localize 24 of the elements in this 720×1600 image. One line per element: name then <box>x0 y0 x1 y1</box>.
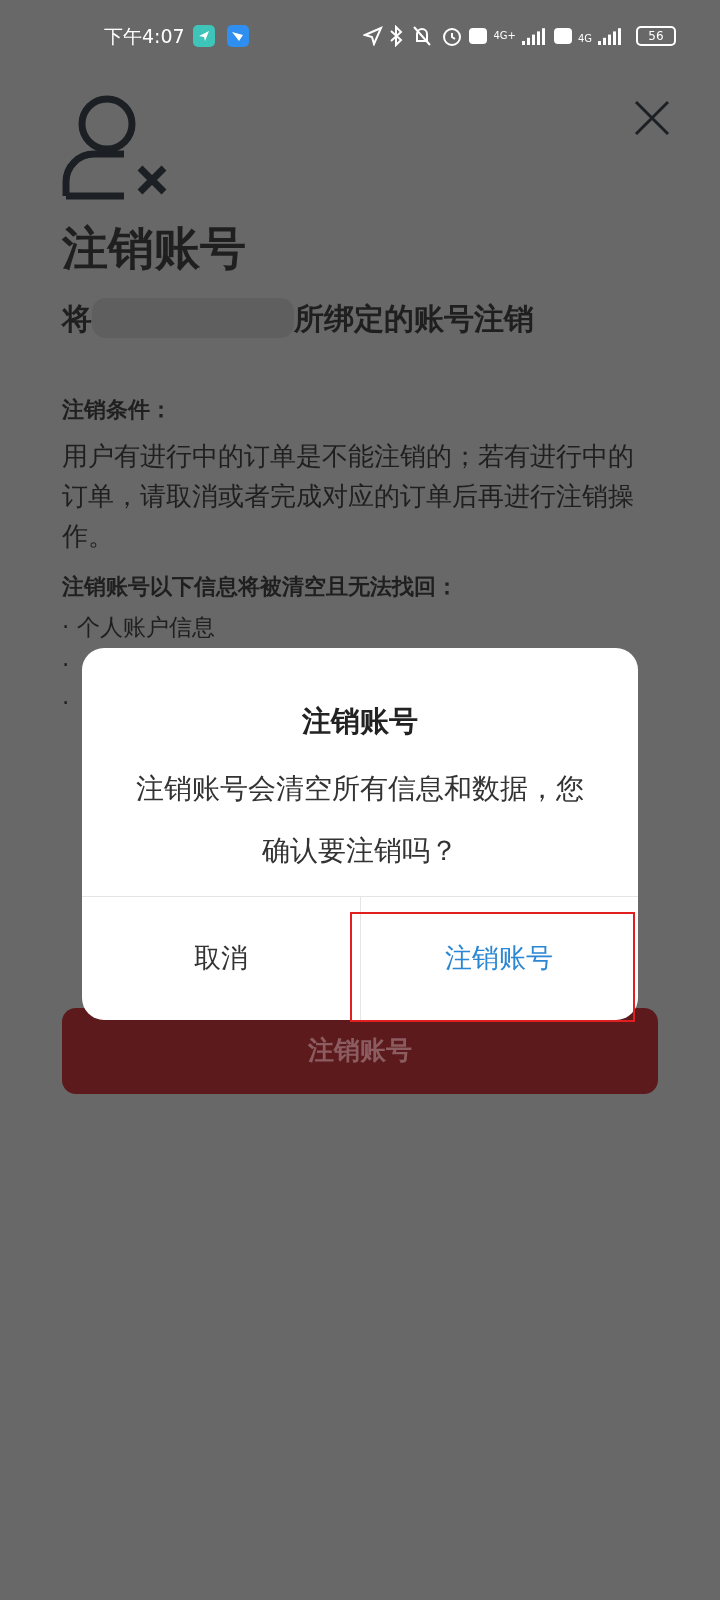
dialog-title: 注销账号 <box>301 703 419 740</box>
status-time: 下午4:07 <box>104 23 185 49</box>
signal-icon <box>598 27 624 45</box>
bluetooth-icon <box>389 25 404 47</box>
bullet: · <box>62 651 70 681</box>
cleared-info-heading: 注销账号以下信息将被清空且无法找回： <box>62 572 459 601</box>
conditions-heading: 注销条件： <box>62 395 173 424</box>
bullet: · <box>62 613 70 643</box>
navigation-app-icon <box>192 25 215 47</box>
bird-app-icon <box>226 25 249 47</box>
bullet: · <box>62 689 70 719</box>
info-item: 个人账户信息 <box>77 613 216 643</box>
location-icon <box>363 26 384 46</box>
subtitle-suffix: 所绑定的账号注销 <box>294 299 534 338</box>
page-title: 注销账号 <box>62 220 247 277</box>
conditions-text: 用户有进行中的订单是不能注销的；若有进行中的订单，请取消或者完成对应的订单后再进行注销操作。 <box>62 439 635 553</box>
signal-icon <box>521 27 548 45</box>
close-icon[interactable] <box>634 100 670 136</box>
network-type: 4G+ <box>493 31 516 41</box>
battery-level: 56 <box>648 30 664 42</box>
alarm-icon <box>441 25 464 47</box>
dialog-message: 注销账号会清空所有信息和数据，您确认要注销吗？ <box>135 770 585 869</box>
network-type: 4G <box>577 32 592 46</box>
subtitle-prefix: 将 <box>62 299 92 338</box>
